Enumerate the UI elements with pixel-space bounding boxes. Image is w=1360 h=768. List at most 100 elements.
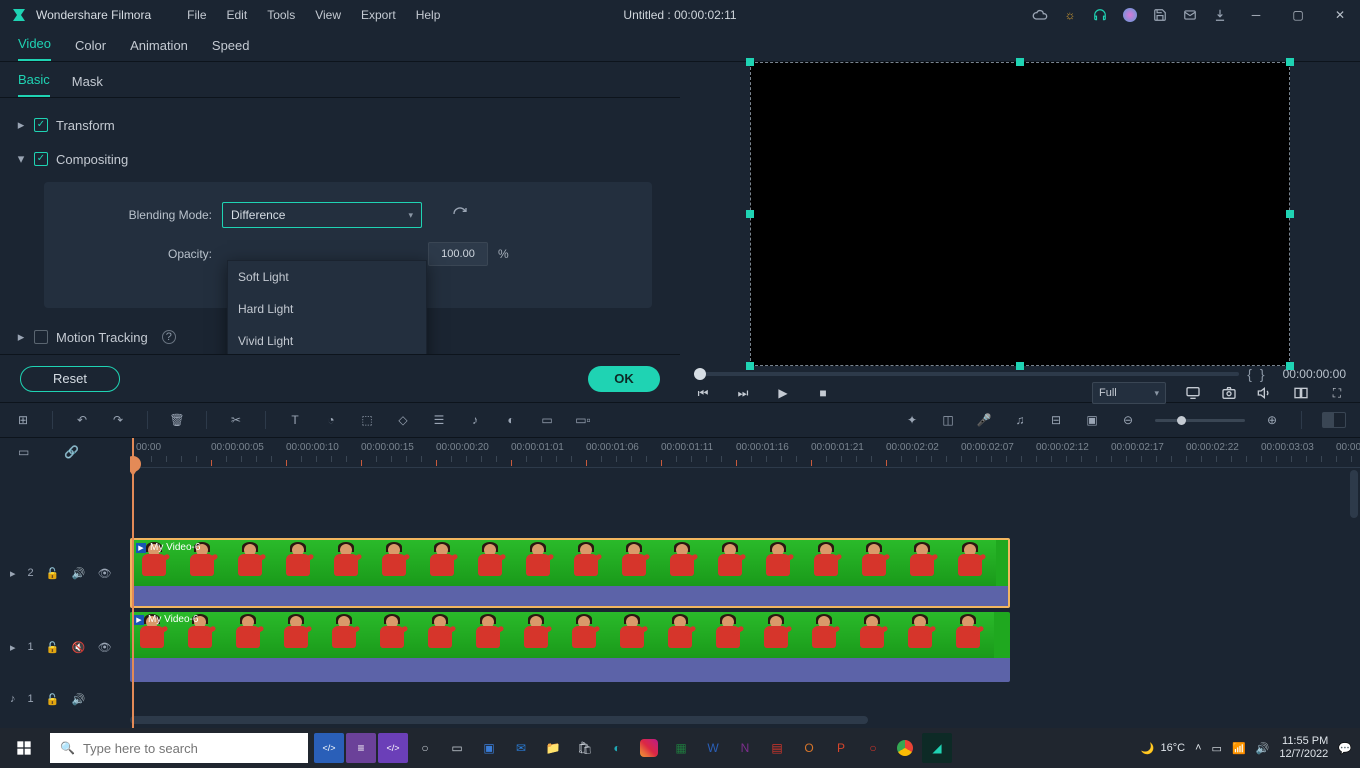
mail-icon[interactable] <box>1182 7 1198 23</box>
powerpoint-icon[interactable]: P <box>826 733 856 763</box>
mark-out-icon[interactable]: } <box>1260 366 1265 382</box>
app-pinned[interactable]: ▣ <box>474 733 504 763</box>
outlook-icon[interactable]: O <box>794 733 824 763</box>
section-compositing[interactable]: ▾ Compositing <box>16 142 680 176</box>
word-icon[interactable]: W <box>698 733 728 763</box>
crop-icon[interactable]: ⬚ <box>358 411 376 429</box>
clip-selected[interactable]: ▶My Video-6 <box>130 538 1010 608</box>
zoom-knob[interactable] <box>1177 416 1186 425</box>
task-view-icon[interactable]: ▭ <box>442 733 472 763</box>
resize-handle[interactable] <box>1016 58 1024 66</box>
quality-select[interactable]: Full ▾ <box>1092 382 1166 404</box>
cortana-icon[interactable]: ○ <box>410 733 440 763</box>
tab-color[interactable]: Color <box>75 38 106 61</box>
mail-app-icon[interactable]: ✉ <box>506 733 536 763</box>
audio-icon[interactable]: ♪ <box>466 411 484 429</box>
zoom-in-icon[interactable]: ⊕ <box>1263 411 1281 429</box>
volume-icon[interactable] <box>1256 384 1274 402</box>
text-icon[interactable]: T <box>286 411 304 429</box>
media-icon[interactable]: ▭ <box>18 445 34 461</box>
stop-button[interactable]: ■ <box>814 384 832 402</box>
app-pinned[interactable]: ▤ <box>762 733 792 763</box>
menu-export[interactable]: Export <box>353 4 404 26</box>
zoom-out-icon[interactable]: ⊖ <box>1119 411 1137 429</box>
export-icon[interactable]: ▭ <box>538 411 556 429</box>
app-pinned[interactable]: ≡ <box>346 733 376 763</box>
lock-icon[interactable]: 🔓 <box>46 641 60 654</box>
marker-icon[interactable]: ◫ <box>939 411 957 429</box>
vertical-scrollbar[interactable] <box>1350 470 1358 518</box>
lock-icon[interactable]: 🔓 <box>46 567 60 580</box>
playhead-knob[interactable] <box>130 456 141 472</box>
redo-icon[interactable]: ↷ <box>109 411 127 429</box>
minimize-button[interactable]: ─ <box>1242 5 1270 25</box>
excel-icon[interactable]: ▦ <box>666 733 696 763</box>
speaker-icon[interactable]: 🔊 <box>72 693 86 706</box>
app-pinned[interactable]: </> <box>378 733 408 763</box>
fullscreen-icon[interactable]: ⛶ <box>1328 384 1346 402</box>
compare-icon[interactable] <box>1292 384 1310 402</box>
compositing-checkbox[interactable] <box>34 152 48 166</box>
section-transform[interactable]: ▸ Transform <box>16 108 680 142</box>
dropdown-option[interactable]: Soft Light <box>228 261 426 293</box>
dropdown-option[interactable]: Hard Light <box>228 293 426 325</box>
scrub-knob[interactable] <box>694 368 706 380</box>
subtab-mask[interactable]: Mask <box>72 74 103 97</box>
mic-icon[interactable]: 🎤 <box>975 411 993 429</box>
render-icon[interactable]: ▣ <box>1083 411 1101 429</box>
resize-handle[interactable] <box>1286 210 1294 218</box>
resize-handle[interactable] <box>1016 362 1024 370</box>
effects-icon[interactable]: ✦ <box>903 411 921 429</box>
taskbar-search[interactable]: 🔍 <box>50 733 308 763</box>
download-icon[interactable] <box>1212 7 1228 23</box>
timeline-body[interactable]: 00:0000:00:00:0500:00:00:1000:00:00:1500… <box>130 438 1360 728</box>
reset-blend-icon[interactable] <box>452 206 468 225</box>
time-ruler[interactable]: 00:0000:00:00:0500:00:00:1000:00:00:1500… <box>130 438 1360 468</box>
lightbulb-icon[interactable]: ☼ <box>1062 7 1078 23</box>
store-icon[interactable]: 🛍 <box>570 733 600 763</box>
zoom-slider[interactable] <box>1155 419 1245 422</box>
subtab-basic[interactable]: Basic <box>18 72 50 97</box>
save-icon[interactable] <box>1152 7 1168 23</box>
maximize-button[interactable]: ▢ <box>1284 5 1312 25</box>
mute-icon[interactable]: 🔇 <box>72 641 86 654</box>
prev-frame-button[interactable]: ⏮ <box>694 384 712 402</box>
mixer-icon[interactable]: ⊟ <box>1047 411 1065 429</box>
filmora-app-icon[interactable]: ◢ <box>922 733 952 763</box>
battery-icon[interactable]: ▭ <box>1212 742 1222 755</box>
info-icon[interactable]: ? <box>162 330 176 344</box>
resize-handle[interactable] <box>746 210 754 218</box>
mark-in-icon[interactable]: { <box>1247 366 1252 382</box>
blending-mode-select[interactable]: Difference ▾ <box>222 202 422 228</box>
transform-checkbox[interactable] <box>34 118 48 132</box>
undo-icon[interactable]: ↶ <box>73 411 91 429</box>
snapshot-icon[interactable] <box>1220 384 1238 402</box>
audio-track-1-header[interactable]: ♪ 1 🔓 🔊 <box>0 684 130 714</box>
menu-edit[interactable]: Edit <box>219 4 256 26</box>
menu-file[interactable]: File <box>179 4 214 26</box>
cloud-icon[interactable] <box>1032 7 1048 23</box>
sound-icon[interactable]: 🔊 <box>1256 742 1270 755</box>
motion-tracking-checkbox[interactable] <box>34 330 48 344</box>
horizontal-scrollbar[interactable] <box>130 716 1360 726</box>
notifications-icon[interactable]: 💬 <box>1338 742 1352 755</box>
music-icon[interactable]: ♫ <box>1011 411 1029 429</box>
toggle-layout[interactable] <box>1322 412 1346 428</box>
playhead[interactable] <box>132 438 134 728</box>
opera-icon[interactable]: ○ <box>858 733 888 763</box>
search-input[interactable] <box>83 741 298 756</box>
video-track-2-header[interactable]: ▸ 2 🔓 🔊 👁 <box>0 536 130 610</box>
wifi-icon[interactable]: 📶 <box>1232 742 1246 755</box>
tab-speed[interactable]: Speed <box>212 38 250 61</box>
tab-video[interactable]: Video <box>18 36 51 61</box>
delete-icon[interactable]: 🗑 <box>168 411 186 429</box>
circle-icon[interactable] <box>1122 7 1138 23</box>
close-button[interactable]: ✕ <box>1326 5 1354 25</box>
reset-button[interactable]: Reset <box>20 366 120 392</box>
weather-widget[interactable]: 🌙 16°C <box>1141 742 1185 755</box>
preview-canvas-area[interactable] <box>750 62 1290 366</box>
eye-icon[interactable]: 👁 <box>98 641 112 654</box>
next-frame-button[interactable]: ⏭ <box>734 384 752 402</box>
clip[interactable]: ▶My Video-6 <box>130 612 1010 682</box>
split-icon[interactable]: ✂ <box>227 411 245 429</box>
